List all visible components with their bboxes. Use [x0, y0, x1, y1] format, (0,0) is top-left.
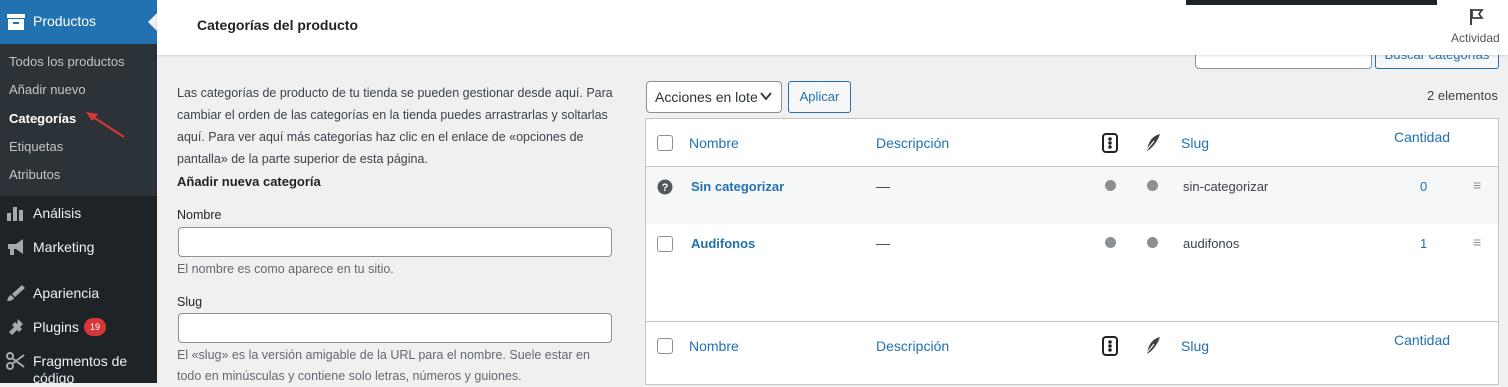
- column-footer-count[interactable]: Cantidad: [1394, 332, 1450, 348]
- menu-label: Productos: [33, 13, 97, 29]
- paintbrush-icon: [6, 284, 26, 304]
- status-dot: [1147, 180, 1158, 191]
- slug-help: El «slug» es la versión amigable de la U…: [177, 348, 590, 383]
- categories-description: Las categorías de producto de tu tienda …: [177, 86, 613, 166]
- page-title: Categorías del producto: [197, 17, 359, 33]
- submenu-item-etiquetas[interactable]: Etiquetas: [9, 139, 63, 154]
- help-icon: ?: [657, 179, 673, 198]
- submenu-item-todos[interactable]: Todos los productos: [9, 54, 125, 69]
- apply-button[interactable]: Aplicar: [788, 81, 851, 113]
- slug-label: Slug: [177, 295, 203, 309]
- category-name-link[interactable]: Audifonos: [691, 236, 755, 251]
- items-count: 2 elementos: [1427, 88, 1498, 103]
- header-divider: [646, 166, 1498, 167]
- submenu: Todos los productos Añadir nuevo Categor…: [0, 44, 157, 196]
- activity-label[interactable]: Actividad: [1451, 31, 1500, 45]
- category-count-link[interactable]: 0: [1420, 179, 1427, 194]
- header-dark-strip: [1186, 0, 1437, 5]
- column-header-slug[interactable]: Slug: [1181, 135, 1209, 151]
- column-header-description[interactable]: Descripción: [876, 135, 949, 151]
- status-dot: [1105, 180, 1116, 191]
- feather-icon: [1144, 133, 1162, 156]
- drag-handle-icon[interactable]: ≡: [1473, 234, 1481, 250]
- megaphone-icon: [6, 238, 26, 258]
- add-category-heading: Añadir nueva categoría: [177, 174, 321, 189]
- menu-item-productos[interactable]: Productos: [0, 0, 157, 44]
- category-description: —: [876, 235, 890, 251]
- menu-item-fragmentos[interactable]: Fragmentos de: [33, 353, 127, 369]
- menu-item-apariencia[interactable]: Apariencia: [33, 285, 99, 301]
- status-dot: [1105, 237, 1116, 248]
- row-checkbox[interactable]: [657, 236, 673, 252]
- admin-sidebar: Productos Todos los productos Añadir nue…: [0, 0, 157, 386]
- traffic-light-icon: [1102, 336, 1118, 359]
- name-help: El nombre es como aparece en tu sitio.: [177, 262, 394, 276]
- category-slug: sin-categorizar: [1183, 179, 1269, 194]
- category-description: —: [876, 178, 890, 194]
- select-all-checkbox-footer[interactable]: [657, 338, 673, 354]
- bar-chart-icon: [6, 204, 26, 224]
- submenu-item-atributos[interactable]: Atributos: [9, 167, 60, 182]
- column-footer-slug[interactable]: Slug: [1181, 338, 1209, 354]
- plugin-icon: [6, 318, 26, 338]
- page-header: Categorías del producto: [157, 0, 1508, 55]
- svg-text:?: ?: [662, 182, 669, 194]
- feather-icon: [1144, 336, 1162, 359]
- submenu-item-anadir[interactable]: Añadir nuevo: [9, 82, 86, 97]
- status-dot: [1147, 237, 1158, 248]
- menu-item-plugins[interactable]: Plugins: [33, 319, 79, 335]
- active-indicator: [148, 13, 157, 31]
- category-slug: audifonos: [1183, 236, 1240, 251]
- submenu-item-categorias[interactable]: Categorías: [9, 111, 76, 126]
- category-count-link[interactable]: 1: [1420, 236, 1427, 251]
- bulk-actions-select[interactable]: Acciones en lote: [646, 81, 782, 113]
- annotation-arrow-icon: [86, 112, 125, 138]
- traffic-light-icon: [1102, 133, 1118, 156]
- plugins-update-badge: 19: [84, 318, 107, 336]
- column-header-count[interactable]: Cantidad: [1394, 129, 1450, 145]
- chevron-down-icon: [760, 89, 772, 106]
- drag-handle-icon[interactable]: ≡: [1473, 177, 1481, 193]
- select-all-checkbox[interactable]: [657, 135, 673, 151]
- row-background: [646, 167, 1498, 224]
- column-footer-description[interactable]: Descripción: [876, 338, 949, 354]
- column-footer-name[interactable]: Nombre: [689, 338, 739, 354]
- archive-icon: [7, 14, 25, 33]
- footer-divider: [646, 321, 1498, 322]
- category-name-link[interactable]: Sin categorizar: [691, 179, 784, 194]
- name-input[interactable]: [178, 227, 612, 257]
- menu-item-marketing[interactable]: Marketing: [33, 239, 94, 255]
- scissors-icon: [6, 352, 26, 372]
- column-header-name[interactable]: Nombre: [689, 135, 739, 151]
- categories-table: Nombre Descripción Slug Cantidad ? Sin c…: [645, 118, 1499, 385]
- flag-icon[interactable]: [1468, 8, 1486, 29]
- menu-item-fragmentos-line2[interactable]: código: [33, 370, 74, 386]
- slug-input[interactable]: [178, 313, 612, 343]
- name-label: Nombre: [177, 208, 222, 222]
- menu-item-analisis[interactable]: Análisis: [33, 205, 81, 221]
- bulk-actions-label: Acciones en lote: [655, 89, 758, 105]
